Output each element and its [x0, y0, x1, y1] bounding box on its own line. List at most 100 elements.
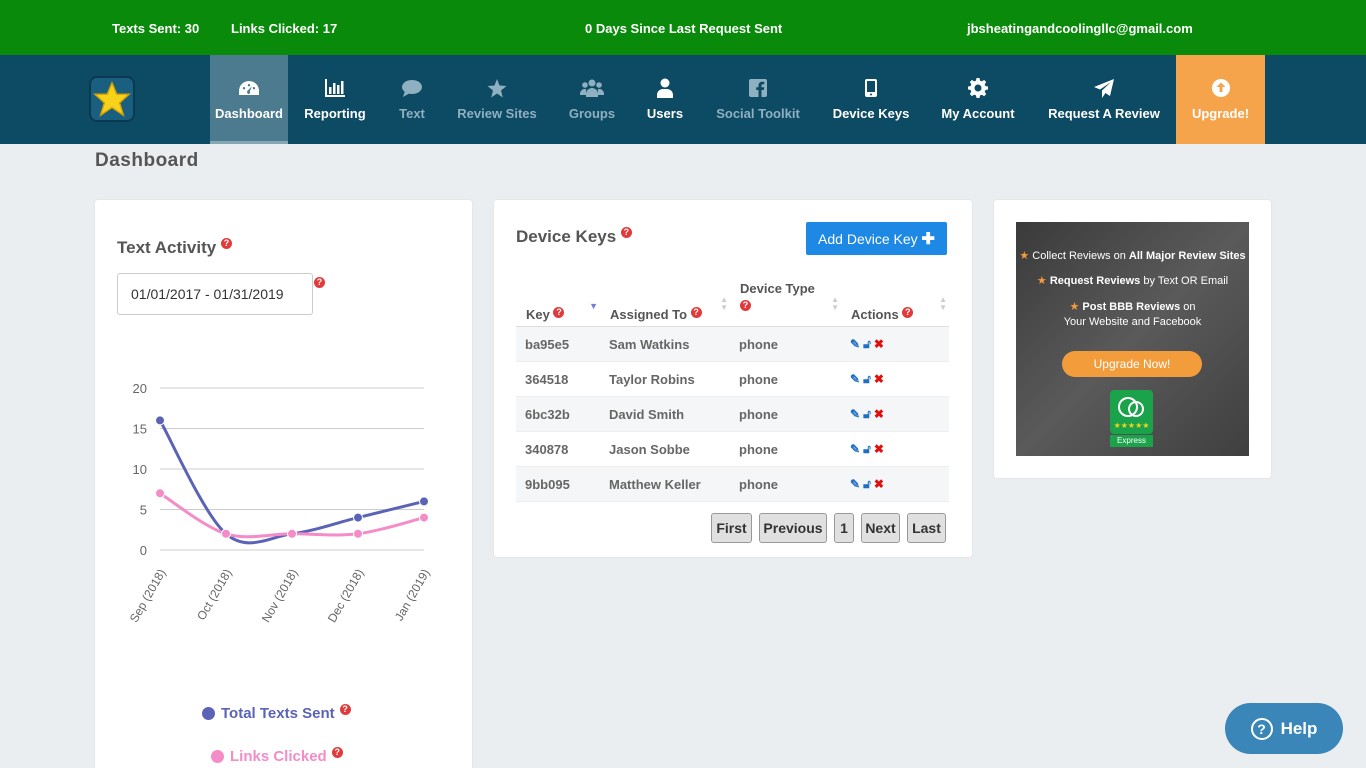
x-tick-label: Sep (2018): [127, 566, 169, 624]
speech-bubble-icon: [401, 77, 423, 99]
unlock-icon[interactable]: 🔓︎: [863, 477, 871, 492]
nav-users[interactable]: Users: [642, 55, 688, 144]
help-icon[interactable]: ?: [331, 747, 343, 758]
cell-assigned: Matthew Keller: [600, 466, 730, 502]
legend-dot: [211, 750, 224, 763]
pagination-last-button[interactable]: Last: [907, 513, 946, 543]
help-button[interactable]: ? Help: [1225, 703, 1343, 754]
legend-total-texts-sent[interactable]: Total Texts Sent ?: [202, 704, 351, 722]
help-icon[interactable]: ?: [339, 704, 351, 715]
nav-dashboard[interactable]: Dashboard: [210, 55, 288, 144]
sort-icon[interactable]: ▲ ▼: [831, 296, 839, 312]
nav-text[interactable]: Text: [392, 55, 432, 144]
logo[interactable]: [89, 76, 135, 122]
sort-desc-icon[interactable]: ▼: [589, 302, 598, 311]
help-icon[interactable]: ?: [690, 307, 702, 318]
help-icon[interactable]: ?: [902, 307, 914, 318]
edit-pencil-icon[interactable]: ✎: [850, 407, 860, 421]
mobile-phone-icon: [865, 77, 877, 99]
edit-pencil-icon[interactable]: ✎: [850, 477, 860, 491]
ad-line-1: ★ Collect Reviews on All Major Review Si…: [1016, 249, 1249, 262]
nav-dashboard-label: Dashboard: [215, 106, 283, 121]
data-point: [419, 496, 429, 507]
nav-request-review-label: Request A Review: [1048, 106, 1160, 121]
series-line: [158, 419, 425, 545]
edit-pencil-icon[interactable]: ✎: [850, 372, 860, 386]
x-tick-label: Nov (2018): [259, 567, 301, 625]
unlock-icon[interactable]: 🔓︎: [863, 442, 871, 457]
help-icon[interactable]: ?: [553, 307, 565, 318]
data-point: [155, 415, 165, 426]
ad-line-2: ★ Request Reviews by Text OR Email: [1016, 274, 1249, 287]
nav-device-keys-label: Device Keys: [832, 106, 910, 121]
nav-review-sites[interactable]: Review Sites: [452, 55, 542, 144]
cell-assigned: Jason Sobbe: [600, 431, 730, 467]
help-icon[interactable]: ?: [620, 227, 632, 238]
cell-actions: ✎ 🔓︎ ✖: [841, 361, 949, 397]
help-icon[interactable]: ?: [220, 238, 232, 249]
nav-users-label: Users: [646, 106, 684, 121]
top-status-bar: Texts Sent: 30 Links Clicked: 17 0 Days …: [0, 0, 1366, 55]
help-icon[interactable]: ?: [740, 300, 751, 311]
user-icon: [656, 77, 674, 99]
nav-request-review[interactable]: Request A Review: [1045, 55, 1163, 144]
bullet-star-icon: ★: [1019, 250, 1030, 262]
nav-social-toolkit[interactable]: Social Toolkit: [708, 55, 808, 144]
nav-device-keys[interactable]: Device Keys: [830, 55, 912, 144]
nav-reporting[interactable]: Reporting: [300, 55, 370, 144]
upgrade-ad-banner[interactable]: ★ Collect Reviews on All Major Review Si…: [1016, 222, 1249, 456]
legend-links-clicked[interactable]: Links Clicked ?: [211, 747, 343, 765]
bar-chart-icon: [324, 77, 346, 99]
column-header-device-type[interactable]: Device Type? ▲ ▼: [730, 278, 841, 327]
cell-key: 364518: [516, 361, 600, 397]
delete-x-icon[interactable]: ✖: [874, 337, 884, 351]
texts-sent-count: Texts Sent: 30: [112, 21, 200, 36]
pagination-previous-button[interactable]: Previous: [759, 513, 827, 543]
help-icon[interactable]: ?: [314, 277, 325, 288]
unlock-icon[interactable]: 🔓︎: [863, 372, 871, 387]
table-row: ba95e5 Sam Watkins phone ✎ 🔓︎ ✖: [516, 326, 949, 362]
nav-my-account[interactable]: My Account: [938, 55, 1018, 144]
nav-upgrade-label: Upgrade!: [1191, 106, 1250, 121]
upgrade-ad-card: ★ Collect Reviews on All Major Review Si…: [994, 200, 1271, 478]
cell-type: phone: [730, 396, 841, 432]
device-keys-table: Key ? ▼ Assigned To ? ▲ ▼ Device Type? ▲ ▼ Ac…: [516, 278, 949, 502]
cell-type: phone: [730, 431, 841, 467]
column-header-actions[interactable]: Actions ? ▲ ▼: [841, 278, 949, 327]
ad-line-3-text: on: [1180, 301, 1196, 313]
unlock-icon[interactable]: 🔓︎: [863, 337, 871, 352]
device-keys-title-text: Device Keys: [516, 227, 617, 246]
text-activity-title: Text Activity ?: [117, 238, 232, 258]
pagination-next-button[interactable]: Next: [861, 513, 900, 543]
ad-line-2-bold: Request Reviews: [1049, 275, 1141, 287]
data-point: [419, 512, 429, 523]
sort-icon[interactable]: ▲ ▼: [720, 296, 728, 312]
sort-icon[interactable]: ▲ ▼: [939, 296, 947, 312]
ad-line-1-bold: All Major Review Sites: [1128, 250, 1246, 262]
edit-pencil-icon[interactable]: ✎: [850, 442, 860, 456]
edit-pencil-icon[interactable]: ✎: [850, 337, 860, 351]
nav-groups[interactable]: Groups: [562, 55, 622, 144]
data-point: [287, 528, 297, 539]
nav-upgrade[interactable]: Upgrade!: [1176, 55, 1265, 144]
add-device-key-button[interactable]: Add Device Key ✚: [806, 222, 947, 255]
delete-x-icon[interactable]: ✖: [874, 442, 884, 456]
cell-actions: ✎ 🔓︎ ✖: [841, 431, 949, 467]
text-activity-chart: 0 5 10 15 20 Sep (2018) Oct (2018) Nov (2018) De…: [127, 381, 433, 625]
unlock-icon[interactable]: 🔓︎: [863, 407, 871, 422]
pagination-page-1-button[interactable]: 1: [834, 513, 854, 543]
ad-line-2-text: by Text OR Email: [1140, 275, 1229, 287]
svg-text:★★★★★: ★★★★★: [1114, 421, 1150, 430]
pagination-first-button[interactable]: First: [711, 513, 752, 543]
delete-x-icon[interactable]: ✖: [874, 407, 884, 421]
delete-x-icon[interactable]: ✖: [874, 372, 884, 386]
dashboard-gauge-icon: [238, 77, 260, 99]
x-tick-label: Oct (2018): [194, 567, 234, 623]
column-header-key[interactable]: Key ? ▼: [516, 278, 600, 327]
y-tick-label: 20: [133, 381, 147, 396]
main-navbar: Dashboard Reporting Text Review Sites Gr…: [0, 55, 1366, 144]
date-range-input[interactable]: 01/01/2017 - 01/31/2019: [117, 273, 313, 315]
upgrade-now-button[interactable]: Upgrade Now!: [1062, 351, 1202, 377]
column-header-assigned[interactable]: Assigned To ? ▲ ▼: [600, 278, 730, 327]
delete-x-icon[interactable]: ✖: [874, 477, 884, 491]
